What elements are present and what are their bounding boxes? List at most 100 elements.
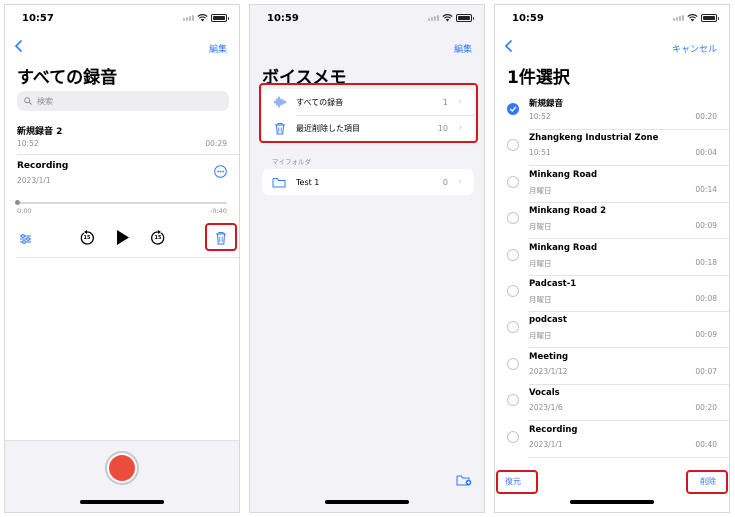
recording-duration: 00:08 (695, 294, 717, 303)
scrubber-knob[interactable] (15, 200, 20, 205)
skip-forward-15-button[interactable]: 15 (150, 230, 166, 246)
status-icons (183, 14, 229, 22)
wifi-icon (687, 14, 698, 22)
highlight-box (259, 83, 478, 143)
skip-forward-label: 15 (154, 234, 162, 241)
recording-duration: 00:07 (695, 366, 717, 376)
divider (529, 456, 729, 458)
record-button[interactable] (105, 451, 139, 485)
recording-name: Recording (529, 424, 578, 435)
checkbox-unchecked[interactable] (507, 175, 519, 188)
chevron-right-icon: › (458, 177, 462, 187)
recording-row[interactable]: Padcast-1 月曜日 00:08 (529, 279, 729, 315)
divider (529, 129, 729, 130)
edit-button[interactable]: 編集 (209, 42, 227, 55)
checkbox-checked[interactable] (507, 103, 519, 115)
recording-date: 10:52 (17, 139, 39, 148)
elapsed-time: 0:00 (17, 207, 32, 215)
checkbox-unchecked[interactable] (507, 321, 519, 334)
recording-date: 月曜日 (529, 185, 552, 195)
checkbox-unchecked[interactable] (507, 212, 519, 225)
more-icon[interactable] (214, 165, 227, 178)
search-placeholder: 検索 (37, 96, 53, 106)
voice-memos-screen: 10:59 編集 ボイスメモ すべての録音 1 › 最近削除した項目 10 › … (249, 4, 485, 513)
recording-name: Minkang Road 2 (529, 206, 606, 217)
recording-row[interactable]: Minkang Road 2 月曜日 00:09 (529, 206, 729, 242)
checkbox-unchecked[interactable] (507, 139, 519, 152)
checkbox-unchecked[interactable] (507, 285, 519, 297)
wifi-icon (442, 14, 453, 22)
battery-icon (456, 14, 474, 22)
recording-date: 月曜日 (529, 331, 552, 341)
highlight-box (496, 470, 538, 494)
options-icon[interactable] (19, 233, 32, 245)
status-time: 10:59 (512, 13, 544, 24)
recording-row[interactable]: Zhangkeng Industrial Zone 10:51 00:04 (529, 133, 729, 169)
recording-name: Meeting (529, 351, 569, 362)
status-bar: 10:59 (495, 13, 729, 27)
recording-name: Minkang Road (529, 169, 598, 180)
back-chevron-icon[interactable] (504, 40, 514, 52)
recording-duration: 00:09 (695, 221, 717, 231)
recording-duration: 00:29 (205, 139, 227, 148)
recording-date: 10:51 (529, 148, 551, 158)
recording-row[interactable]: Meeting 2023/1/12 00:07 (529, 351, 729, 388)
recording-duration: 00:40 (695, 439, 717, 449)
skip-back-label: 15 (83, 234, 91, 241)
page-title: 1件選択 (507, 68, 570, 88)
recording-date: 月曜日 (529, 258, 552, 268)
cellular-icon (183, 15, 194, 21)
divider (529, 165, 729, 167)
recording-name: Minkang Road (529, 242, 598, 253)
recording-name: podcast (529, 315, 567, 326)
divider (529, 347, 729, 349)
recording-row[interactable]: Recording 2023/1/1 00:40 (529, 424, 729, 461)
record-panel (5, 440, 239, 512)
folder-row[interactable]: Test 1 0 › (262, 169, 474, 195)
recording-row[interactable]: Vocals 2023/1/6 00:20 (529, 388, 729, 424)
recording-row[interactable]: Minkang Road 月曜日 00:18 (529, 242, 729, 279)
folder-count: 0 (442, 177, 448, 187)
recording-duration: 00:14 (695, 184, 717, 194)
recording-date: 月曜日 (529, 222, 552, 232)
select-recordings-screen: 10:59 キャンセル 1件選択 新規録音 10:52 00:20 Zhangkeng… (494, 4, 730, 513)
record-icon (109, 455, 135, 481)
playback-scrubber[interactable] (15, 200, 227, 205)
checkbox-unchecked[interactable] (507, 357, 519, 370)
recording-name: Zhangkeng Industrial Zone (529, 133, 659, 144)
recording-date: 2023/1/6 (529, 403, 563, 413)
recording-row[interactable]: Minkang Road 月曜日 00:14 (529, 169, 729, 206)
recording-duration: 00:20 (695, 112, 717, 121)
new-folder-icon[interactable] (456, 474, 472, 486)
status-icons (428, 14, 474, 22)
back-chevron-icon[interactable] (14, 40, 24, 52)
cellular-icon (428, 15, 439, 21)
divider (529, 238, 729, 240)
status-bar: 10:59 (250, 13, 484, 27)
recording-duration: 00:09 (695, 330, 717, 340)
checkbox-unchecked[interactable] (507, 248, 519, 261)
cancel-button[interactable]: キャンセル (672, 42, 717, 55)
recording-name: Recording (17, 161, 69, 171)
recording-date: 2023/1/12 (529, 366, 568, 376)
recording-row[interactable]: 新規録音 10:52 00:20 (529, 97, 729, 133)
search-input[interactable]: 検索 (17, 91, 229, 111)
checkmark-icon (509, 106, 517, 112)
play-icon[interactable] (116, 229, 130, 246)
recording-duration: 00:18 (695, 257, 717, 267)
recording-name: 新規録音 (529, 99, 564, 109)
divider (529, 311, 729, 312)
recording-row[interactable]: podcast 月曜日 00:09 (529, 315, 729, 351)
divider (529, 383, 729, 385)
checkbox-unchecked[interactable] (507, 430, 519, 443)
remaining-time: -0:40 (210, 207, 227, 215)
checkbox-unchecked[interactable] (507, 394, 519, 407)
edit-button[interactable]: 編集 (454, 42, 472, 55)
recording-date: 10:52 (529, 112, 551, 121)
recording-date: 月曜日 (529, 295, 552, 304)
page-title: すべての録音 (17, 68, 118, 88)
recording-duration: 00:20 (695, 403, 717, 413)
status-bar: 10:57 (5, 13, 239, 27)
battery-icon (701, 14, 719, 22)
skip-back-15-button[interactable]: 15 (79, 230, 95, 246)
